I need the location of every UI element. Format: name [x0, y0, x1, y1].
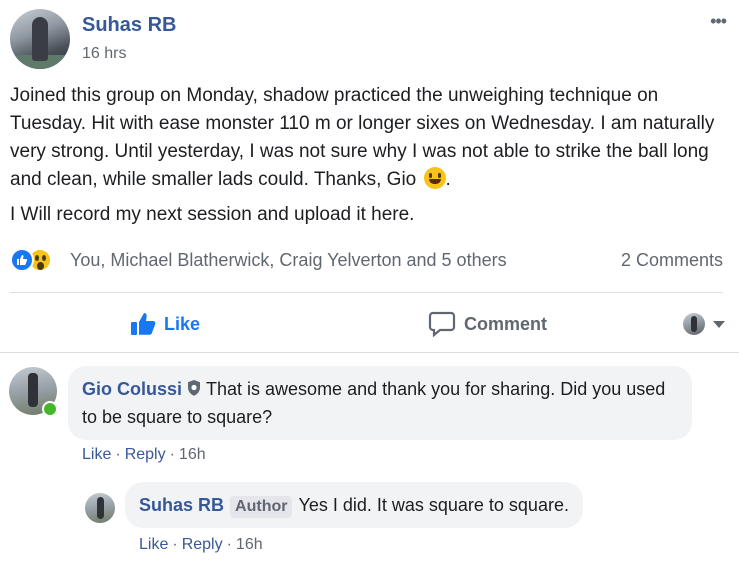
comments-count[interactable]: 2 Comments — [621, 250, 723, 271]
audience-avatar — [683, 313, 705, 335]
reply-like-link[interactable]: Like — [139, 536, 168, 553]
reaction-names[interactable]: You, Michael Blatherwick, Craig Yelverto… — [70, 250, 507, 271]
online-status-indicator — [42, 401, 58, 417]
comment-author-name[interactable]: Gio Colussi — [82, 379, 182, 399]
comment-reply-link[interactable]: Reply — [125, 446, 166, 463]
post-header: Suhas RB 16 hrs ••• — [10, 9, 729, 71]
reactions-summary: You, Michael Blatherwick, Craig Yelverto… — [10, 246, 725, 276]
grinning-emoji-icon — [423, 167, 446, 189]
reply-actions: Like · Reply · 16h — [139, 536, 263, 553]
reply-author-name[interactable]: Suhas RB — [139, 495, 224, 515]
post-body: Joined this group on Monday, shadow prac… — [10, 82, 725, 229]
comment-actions: Like · Reply · 16h — [82, 446, 206, 463]
more-options-icon[interactable]: ••• — [710, 11, 727, 32]
post-paragraph: Joined this group on Monday, shadow prac… — [10, 85, 715, 190]
comment-time[interactable]: 16h — [179, 446, 206, 463]
like-reaction-icon[interactable] — [10, 248, 34, 272]
divider — [0, 352, 739, 353]
post-timestamp[interactable]: 16 hrs — [82, 45, 126, 63]
divider — [10, 292, 723, 293]
thumbs-up-icon — [130, 312, 156, 336]
reply-time[interactable]: 16h — [236, 536, 263, 553]
chevron-down-icon — [713, 320, 725, 328]
reply-reply-link[interactable]: Reply — [182, 536, 223, 553]
post-paragraph: I Will record my next session and upload… — [10, 204, 415, 225]
reply-bubble: Suhas RB Author Yes I did. It was square t… — [125, 482, 583, 528]
comment-bubble: Gio Colussi That is awesome and thank you… — [68, 366, 692, 440]
post-author-name[interactable]: Suhas RB — [82, 14, 176, 37]
like-label: Like — [164, 313, 201, 334]
author-avatar[interactable] — [10, 9, 70, 69]
comment-label: Comment — [464, 313, 548, 334]
comment-icon — [428, 311, 456, 337]
comment-button[interactable]: Comment — [428, 296, 547, 352]
shield-icon — [186, 378, 202, 404]
reply-text: Yes I did. It was square to square. — [298, 495, 569, 515]
commenter-avatar[interactable] — [85, 493, 115, 523]
action-bar: Like Comment — [10, 296, 725, 352]
like-button[interactable]: Like — [130, 296, 200, 352]
audience-selector[interactable] — [665, 296, 725, 352]
author-badge: Author — [230, 496, 293, 518]
comment-like-link[interactable]: Like — [82, 446, 111, 463]
